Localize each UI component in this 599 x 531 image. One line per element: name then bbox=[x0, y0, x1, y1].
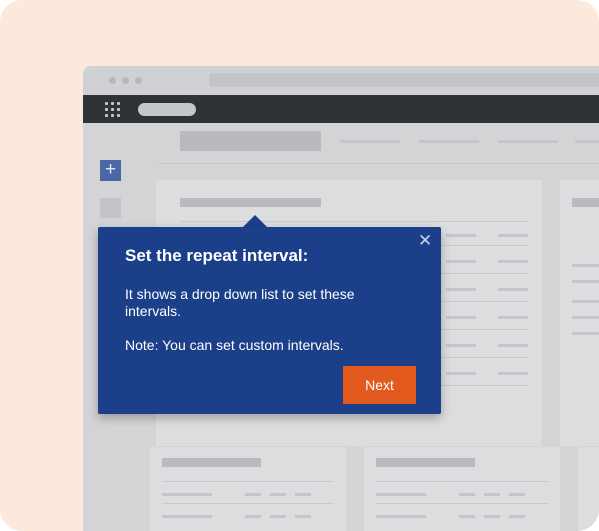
address-bar-placeholder bbox=[209, 73, 599, 87]
grid-icon[interactable] bbox=[105, 102, 121, 118]
bottom-card bbox=[578, 447, 599, 531]
nav-pill-placeholder[interactable] bbox=[138, 103, 196, 116]
tab-placeholder bbox=[419, 140, 479, 143]
tooltip-arrow bbox=[243, 215, 267, 227]
page-title-placeholder bbox=[180, 131, 321, 151]
divider bbox=[156, 163, 599, 164]
tab-placeholder bbox=[498, 140, 558, 143]
sidebar-item-placeholder[interactable] bbox=[100, 198, 121, 218]
tooltip-note: Note: You can set custom intervals. bbox=[125, 337, 344, 353]
top-navbar bbox=[83, 95, 599, 123]
window-dot bbox=[135, 77, 142, 84]
tab-placeholder bbox=[340, 140, 400, 143]
close-icon[interactable]: ✕ bbox=[418, 232, 432, 249]
window-dot bbox=[109, 77, 116, 84]
plus-icon[interactable]: + bbox=[100, 160, 121, 181]
title-bar bbox=[83, 66, 599, 95]
bottom-card bbox=[150, 447, 346, 531]
tooltip-title: Set the repeat interval: bbox=[125, 246, 309, 265]
window-dot bbox=[122, 77, 129, 84]
side-card bbox=[560, 180, 599, 446]
tooltip-body: It shows a drop down list to set these i… bbox=[125, 286, 355, 319]
next-button[interactable]: Next bbox=[343, 366, 416, 404]
background-frame: + ✕ Set the repeat interval: It shows a … bbox=[0, 0, 599, 531]
tab-placeholder bbox=[575, 140, 599, 143]
bottom-card bbox=[364, 447, 560, 531]
